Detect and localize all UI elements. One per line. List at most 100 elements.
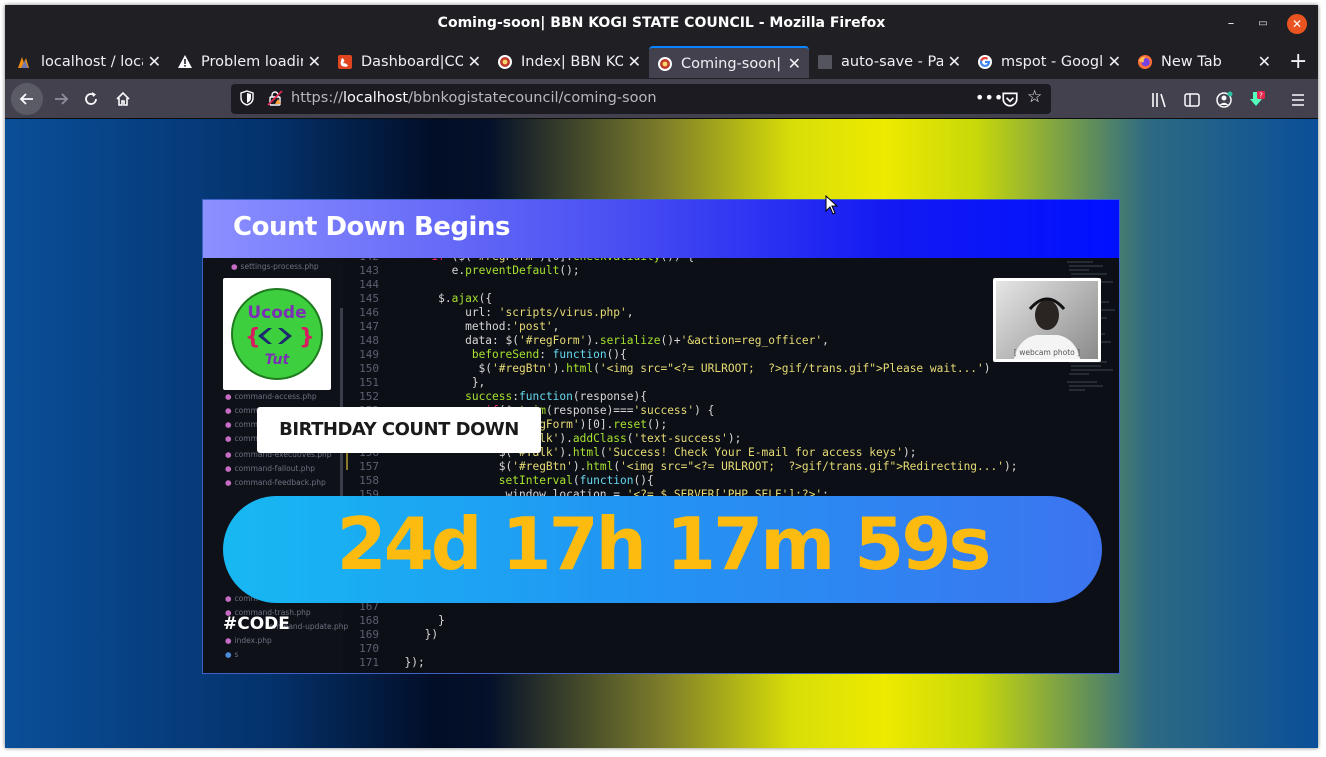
- code-line: url: 'scripts/virus.php',: [391, 306, 634, 319]
- back-button[interactable]: [11, 83, 43, 115]
- close-tab-icon[interactable]: ✕: [468, 52, 481, 71]
- php-file-icon: ●: [225, 434, 232, 443]
- close-tab-icon[interactable]: ✕: [948, 52, 961, 71]
- library-icon[interactable]: [1151, 91, 1169, 109]
- line-number: 148: [359, 334, 379, 347]
- birthday-label-box: BIRTHDAY COUNT DOWN: [257, 407, 541, 453]
- line-number: 142: [349, 258, 379, 263]
- logo-graphic: Ucode { } Tut: [231, 288, 323, 380]
- line-number: 144: [359, 278, 379, 291]
- insecure-lock-icon[interactable]: [267, 90, 283, 106]
- bookmark-star-icon[interactable]: ☆: [1027, 87, 1042, 107]
- tab-localhost[interactable]: localhost / loca ✕: [9, 46, 169, 78]
- tab-label: auto-save - Pac: [841, 54, 943, 70]
- url-text[interactable]: https://localhost/bbnkogistatecouncil/co…: [291, 90, 657, 106]
- forward-button[interactable]: [47, 85, 75, 113]
- minimize-button[interactable]: –: [1221, 14, 1241, 34]
- window-title: Coming-soon| BBN KOGI STATE COUNCIL - Mo…: [437, 15, 886, 31]
- line-number: 152: [359, 390, 379, 403]
- warning-icon: [178, 55, 192, 68]
- tab-index[interactable]: Index| BBN KO ✕: [489, 46, 649, 78]
- code-line: data: $('#regForm').serialize()+'&action…: [391, 334, 829, 347]
- hamburger-menu-icon[interactable]: [1289, 91, 1307, 109]
- line-number: 149: [359, 348, 379, 361]
- line-number: 146: [359, 306, 379, 319]
- tab-problem-loading[interactable]: Problem loadin ✕: [169, 46, 329, 78]
- code-editor-background: ● settings-process.php ● command-access.ph…: [203, 258, 1119, 673]
- code-line: });: [391, 656, 425, 669]
- tab-label: mspot - Google: [1001, 54, 1103, 70]
- home-icon: [116, 91, 130, 106]
- right-brace-icon: }: [299, 325, 315, 350]
- close-tab-icon[interactable]: ✕: [628, 52, 641, 71]
- tab-new-tab[interactable]: New Tab ✕: [1129, 46, 1279, 78]
- close-tab-icon[interactable]: ✕: [148, 52, 161, 71]
- line-number: 158: [359, 474, 379, 487]
- close-window-button[interactable]: ✕: [1287, 14, 1307, 34]
- file-item: ● settings-process.php: [231, 262, 319, 271]
- php-file-icon: ●: [225, 594, 232, 603]
- code-line: if ($('#regForm')[0].checkValidity()) {: [391, 258, 694, 263]
- code-line: },: [391, 376, 486, 389]
- tab-coming-soon[interactable]: Coming-soon| B ✕: [649, 46, 809, 78]
- site-favicon: [498, 55, 512, 69]
- navigation-toolbar: https://localhost/bbnkogistatecouncil/co…: [5, 79, 1318, 119]
- webcam-overlay: [ webcam photo ]: [993, 278, 1101, 362]
- file-item: ● index.php: [225, 636, 272, 645]
- php-file-icon: ●: [225, 406, 232, 415]
- close-tab-icon[interactable]: ✕: [1258, 52, 1271, 71]
- php-file-icon: ●: [225, 420, 232, 429]
- code-line: $('#regBtn').html('<img src="<?= URLROOT…: [391, 362, 991, 375]
- tab-mspot-google[interactable]: mspot - Google ✕: [969, 46, 1129, 78]
- new-tab-button[interactable]: +: [1289, 49, 1307, 74]
- close-tab-icon[interactable]: ✕: [308, 52, 321, 71]
- line-number: 169: [359, 628, 379, 641]
- home-button[interactable]: [109, 85, 137, 113]
- account-icon[interactable]: [1215, 91, 1233, 109]
- close-tab-icon[interactable]: ✕: [1108, 52, 1121, 71]
- countdown-timer: 24d 17h 17m 59s: [336, 502, 992, 586]
- logo-word-tut: Tut: [265, 352, 291, 368]
- site-favicon: [658, 57, 672, 71]
- code-line: e.preventDefault();: [391, 264, 580, 277]
- url-host: localhost: [342, 90, 409, 106]
- webcam-photo: [ webcam photo ]: [996, 281, 1098, 359]
- tab-label: Problem loadin: [201, 54, 303, 70]
- code-line: success:function(response){: [465, 390, 647, 403]
- birthday-countdown-label: BIRTHDAY COUNT DOWN: [279, 419, 519, 440]
- sidebar-icon[interactable]: [1183, 91, 1201, 109]
- line-number: 151: [359, 376, 379, 389]
- back-arrow-icon: [19, 93, 33, 105]
- file-item: ● comm: [225, 434, 258, 443]
- tab-auto-save[interactable]: auto-save - Pac ✕: [809, 46, 969, 78]
- file-item: ● comm: [225, 406, 258, 415]
- page-actions-menu[interactable]: •••: [975, 88, 1003, 107]
- reload-button[interactable]: [77, 85, 105, 113]
- php-file-icon: ●: [225, 636, 232, 645]
- tab-dashboard[interactable]: Dashboard|CO ✕: [329, 46, 489, 78]
- maximize-button[interactable]: ▭: [1253, 14, 1273, 34]
- tab-label: Dashboard|CO: [361, 54, 463, 70]
- download-icon[interactable]: ?: [1247, 91, 1265, 109]
- countdown-banner: 24d 17h 17m 59s: [223, 496, 1102, 603]
- phpmyadmin-icon: [18, 57, 29, 68]
- code-line: }: [391, 614, 445, 627]
- blank-page-icon: [818, 55, 832, 69]
- tab-label: Index| BBN KO: [521, 54, 623, 70]
- close-tab-icon[interactable]: ✕: [788, 54, 801, 73]
- address-bar[interactable]: https://localhost/bbnkogistatecouncil/co…: [231, 84, 1051, 114]
- tab-label: New Tab: [1161, 54, 1222, 70]
- pocket-icon[interactable]: [1001, 90, 1019, 108]
- page-content: Count Down Begins ● settings-process.php …: [5, 119, 1318, 748]
- line-number: 168: [359, 614, 379, 627]
- tab-strip: localhost / loca ✕ Problem loadin ✕ Dash…: [5, 43, 1318, 79]
- php-file-icon: ●: [225, 450, 232, 459]
- hashtag-code: #CODE: [223, 614, 290, 634]
- file-item: ● comm: [225, 420, 258, 429]
- php-file-icon: ●: [225, 464, 232, 473]
- file-item: ● command-access.php: [225, 392, 317, 401]
- ucode-tut-logo: Ucode { } Tut: [223, 278, 331, 390]
- file-item: ● command-feedback.php: [225, 478, 326, 487]
- google-icon: [978, 55, 992, 69]
- tracking-shield-icon[interactable]: [239, 90, 255, 106]
